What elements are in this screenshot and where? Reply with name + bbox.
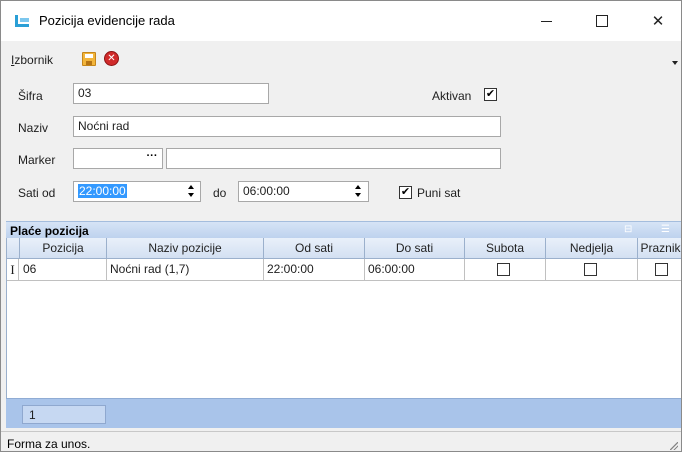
sati-od-value: 22:00:00: [78, 184, 127, 198]
nedjelja-checkbox[interactable]: [584, 263, 597, 276]
subota-checkbox[interactable]: [497, 263, 510, 276]
naziv-field[interactable]: Noćni rad: [73, 116, 501, 137]
sati-od-field[interactable]: 22:00:00: [73, 181, 201, 202]
column-header-do-sati[interactable]: Do sati: [365, 238, 465, 259]
do-field[interactable]: 06:00:00: [238, 181, 369, 202]
app-icon: [15, 15, 29, 27]
data-grid: Pozicija Naziv pozicije Od sati Do sati …: [6, 238, 681, 398]
page-number[interactable]: 1: [22, 405, 106, 424]
close-button[interactable]: ✕: [635, 1, 681, 41]
row-edit-marker: I: [7, 259, 19, 281]
sati-od-label: Sati od: [18, 186, 56, 200]
spin-up-icon: [355, 185, 361, 189]
list-view-icon[interactable]: ☰: [661, 225, 671, 235]
puni-sat-checkbox[interactable]: ✔: [399, 186, 412, 199]
minimize-button[interactable]: [523, 1, 569, 41]
do-label: do: [213, 186, 227, 200]
window-title: Pozicija evidencije rada: [39, 13, 175, 28]
naziv-label: Naziv: [18, 121, 49, 135]
close-icon: ✕: [651, 13, 665, 30]
cancel-icon[interactable]: ✕: [104, 51, 119, 66]
praznik-checkbox[interactable]: [655, 263, 668, 276]
cell-pozicija[interactable]: 06: [20, 259, 107, 281]
save-icon[interactable]: [82, 52, 96, 66]
cell-od-sati[interactable]: 22:00:00: [264, 259, 365, 281]
cell-subota: [465, 259, 546, 281]
cell-do-sati[interactable]: 06:00:00: [365, 259, 465, 281]
column-header-nedjelja[interactable]: Nedjelja: [546, 238, 638, 259]
status-bar: Forma za unos.: [1, 431, 681, 451]
status-text: Forma za unos.: [7, 437, 91, 451]
collapse-icon[interactable]: ⊟: [624, 225, 634, 235]
sifra-label: Šifra: [18, 89, 43, 103]
marker-lookup-button[interactable]: ···: [142, 149, 162, 168]
column-header-od-sati[interactable]: Od sati: [264, 238, 365, 259]
toolbar-overflow-icon[interactable]: [672, 61, 678, 65]
row-marker-header: [7, 238, 20, 259]
title-bar: Pozicija evidencije rada ✕: [1, 1, 681, 41]
cell-praznik: [638, 259, 681, 281]
section-title: Plaće pozicija: [10, 224, 89, 238]
do-spinner[interactable]: [351, 181, 367, 202]
column-header-naziv[interactable]: Naziv pozicije: [107, 238, 264, 259]
grid-header: Pozicija Naziv pozicije Od sati Do sati …: [7, 238, 681, 259]
marker-label: Marker: [18, 153, 56, 167]
puni-sat-label: Puni sat: [417, 186, 461, 200]
sifra-field[interactable]: 03: [73, 83, 269, 104]
cell-naziv[interactable]: Noćni rad (1,7): [107, 259, 264, 281]
resize-grip-icon[interactable]: [670, 442, 678, 450]
window: Pozicija evidencije rada ✕ Izbornik ✕ Ši…: [0, 0, 682, 452]
grid-footer: 1: [6, 398, 681, 428]
aktivan-label: Aktivan: [432, 89, 472, 103]
sati-od-spinner[interactable]: [184, 181, 200, 202]
spin-down-icon: [355, 193, 361, 197]
spin-down-icon: [188, 193, 194, 197]
column-header-subota[interactable]: Subota: [465, 238, 546, 259]
table-row[interactable]: I 06 Noćni rad (1,7) 22:00:00 06:00:00: [7, 259, 681, 281]
menu-izbornik-label: zbornik: [14, 53, 54, 67]
aktivan-checkbox[interactable]: ✔: [484, 88, 497, 101]
menu-bar: Izbornik ✕: [1, 45, 681, 69]
column-header-praznik[interactable]: Praznik: [638, 238, 681, 259]
spin-up-icon: [188, 185, 194, 189]
menu-izbornik[interactable]: Izbornik: [11, 53, 53, 67]
column-header-pozicija[interactable]: Pozicija: [20, 238, 107, 259]
maximize-button[interactable]: [579, 1, 625, 41]
section-header: Plaće pozicija ⊟ ☰: [6, 221, 681, 238]
minimize-icon: [540, 20, 552, 22]
cell-nedjelja: [546, 259, 638, 281]
maximize-icon: [596, 15, 608, 27]
marker-description-field[interactable]: [166, 148, 501, 169]
